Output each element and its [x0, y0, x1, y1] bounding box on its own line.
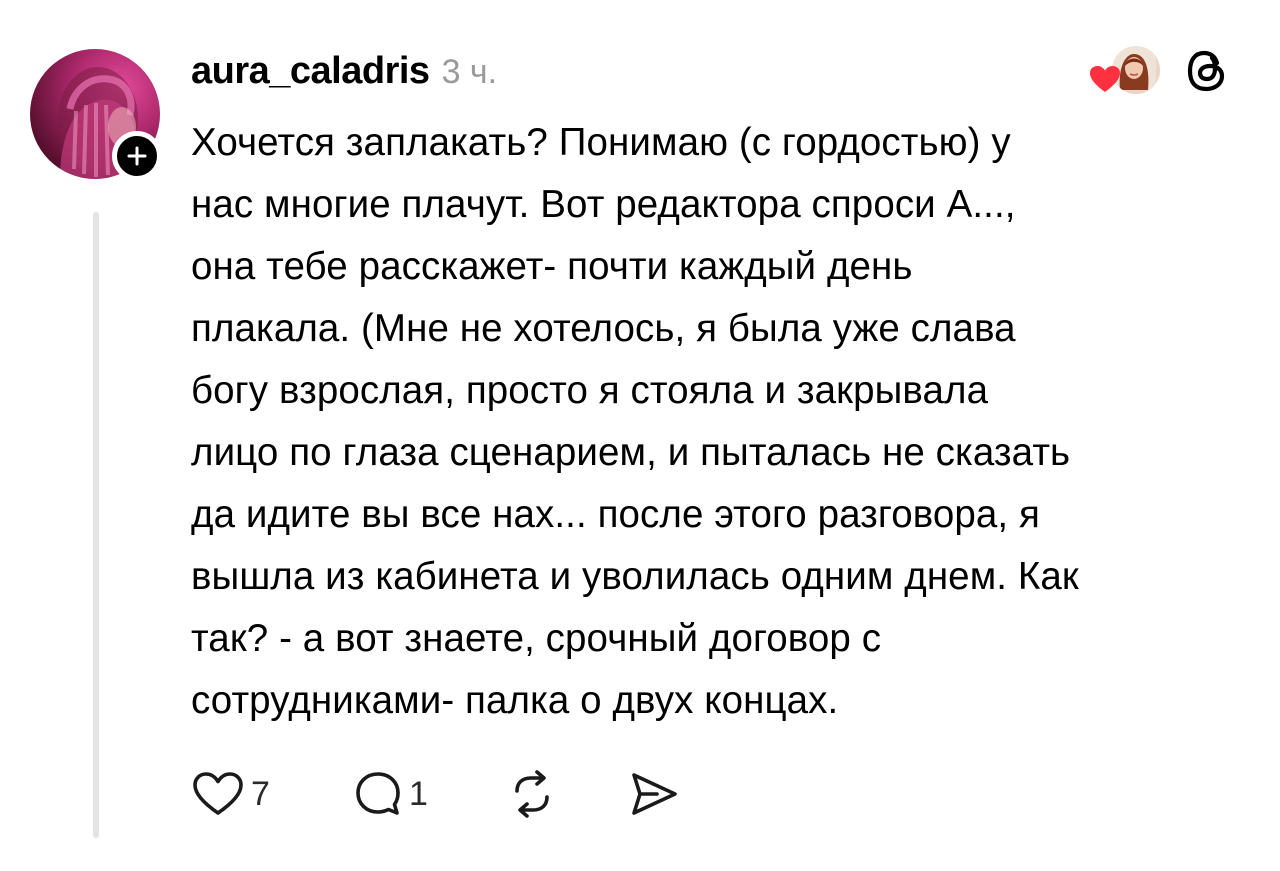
username-link[interactable]: aura_caladris — [191, 50, 430, 93]
post-body: Хочется заплакать? Понимаю (с гордостью)… — [191, 112, 1261, 732]
repost-button[interactable] — [505, 769, 627, 819]
reply-count: 1 — [409, 774, 428, 813]
post-body-line: лицо по глаза сценарием, и пыталась не с… — [191, 431, 1071, 474]
reply-button[interactable]: 1 — [353, 769, 505, 819]
post-body-line: сотрудниками- палка о двух концах. — [191, 679, 839, 722]
post-timestamp: 3 ч. — [441, 53, 498, 91]
post-body-line: Хочется заплакать? Понимаю (с гордостью)… — [191, 121, 1011, 164]
follow-button[interactable] — [112, 131, 162, 181]
thread-post: aura_caladris 3 ч. Хочется заплакать? По… — [0, 0, 1280, 871]
action-bar: 7 1 — [191, 766, 681, 822]
post-body-line: да идите вы все нах... после этого разго… — [191, 493, 1040, 536]
like-button[interactable]: 7 — [191, 770, 289, 818]
heart-outline-icon — [193, 772, 243, 815]
post-header: aura_caladris 3 ч. — [191, 50, 497, 96]
comment-bubble-icon — [356, 772, 400, 815]
like-count: 7 — [251, 774, 270, 813]
share-button[interactable] — [627, 769, 681, 819]
post-body-line: нас многие плачут. Вот редактора спроси … — [191, 183, 1016, 226]
post-body-line: богу взрослая, просто я стояла и закрыва… — [191, 369, 989, 412]
post-body-line: так? - а вот знаете, срочный договор с — [191, 617, 882, 660]
thread-connector-line — [93, 212, 99, 838]
post-body-line: плакала. (Мне не хотелось, я была уже сл… — [191, 307, 1016, 350]
send-icon — [632, 773, 677, 815]
plus-icon — [127, 146, 147, 166]
post-body-line: вышла из кабинета и уволилась одним днем… — [191, 555, 1079, 598]
liked-by-indicator[interactable] — [1088, 44, 1162, 96]
heart-icon — [1090, 66, 1120, 92]
repost-icon — [515, 770, 549, 818]
threads-logo-icon[interactable] — [1183, 46, 1233, 96]
post-body-line: она тебе расскажет- почти каждый день — [191, 245, 913, 288]
